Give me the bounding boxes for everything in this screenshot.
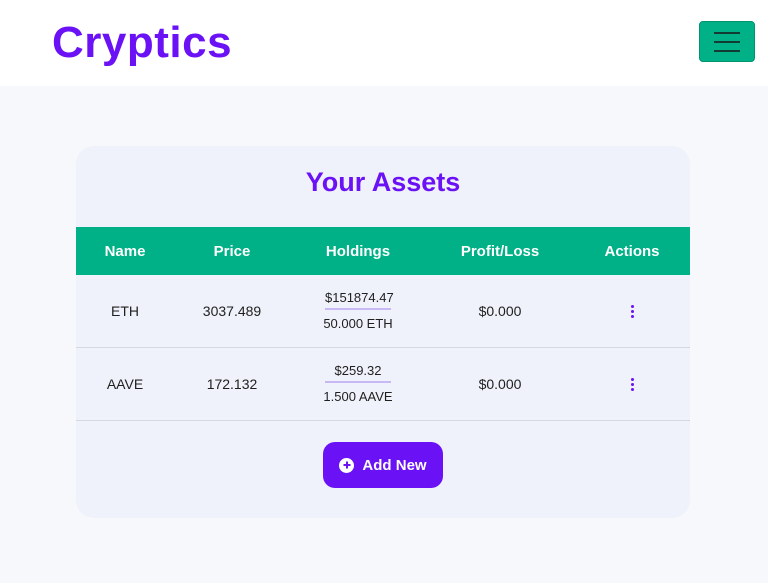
asset-holdings: $259.32 1.500 AAVE [290, 348, 426, 420]
plus-circle-icon [339, 457, 355, 473]
holdings-amount: 50.000 ETH [323, 316, 393, 331]
column-header-profit-loss: Profit/Loss [460, 242, 540, 260]
asset-price: 172.132 [206, 376, 258, 392]
menu-toggle-button[interactable] [699, 21, 755, 62]
table-header: Name Price Holdings Profit/Loss Actions [76, 227, 690, 275]
navbar: Cryptics [0, 0, 768, 86]
column-header-price: Price [213, 242, 251, 260]
add-new-button[interactable]: Add New [323, 442, 443, 488]
hamburger-menu-icon [714, 40, 740, 43]
asset-profit-loss: $0.000 [478, 376, 522, 392]
column-header-holdings: Holdings [325, 242, 391, 260]
assets-title: Your Assets [305, 167, 461, 197]
asset-profit-loss: $0.000 [478, 303, 522, 319]
table-row: AAVE 172.132 $259.32 1.500 AAVE $0.000 [76, 348, 690, 421]
asset-name: AAVE [106, 376, 144, 392]
column-header-name: Name [104, 242, 146, 260]
asset-name: ETH [111, 303, 139, 319]
assets-card: Your Assets Name Price Holdings Profit/L… [76, 146, 690, 518]
kebab-menu-icon[interactable] [625, 376, 640, 393]
table-row: ETH 3037.489 $151874.47 50.000 ETH $0.00… [76, 275, 690, 348]
add-new-label: Add New [362, 456, 427, 474]
asset-actions [574, 275, 690, 347]
kebab-menu-icon[interactable] [625, 303, 640, 320]
holdings-usd: $259.32 [325, 362, 391, 383]
brand-logo[interactable]: Cryptics [52, 18, 232, 68]
asset-price: 3037.489 [202, 303, 262, 319]
asset-holdings: $151874.47 50.000 ETH [290, 275, 426, 347]
hamburger-menu-icon [714, 49, 740, 52]
asset-actions [574, 348, 690, 420]
holdings-usd: $151874.47 [325, 289, 394, 310]
holdings-amount: 1.500 AAVE [323, 389, 393, 404]
hamburger-menu-icon [714, 31, 740, 34]
column-header-actions: Actions [604, 242, 660, 260]
